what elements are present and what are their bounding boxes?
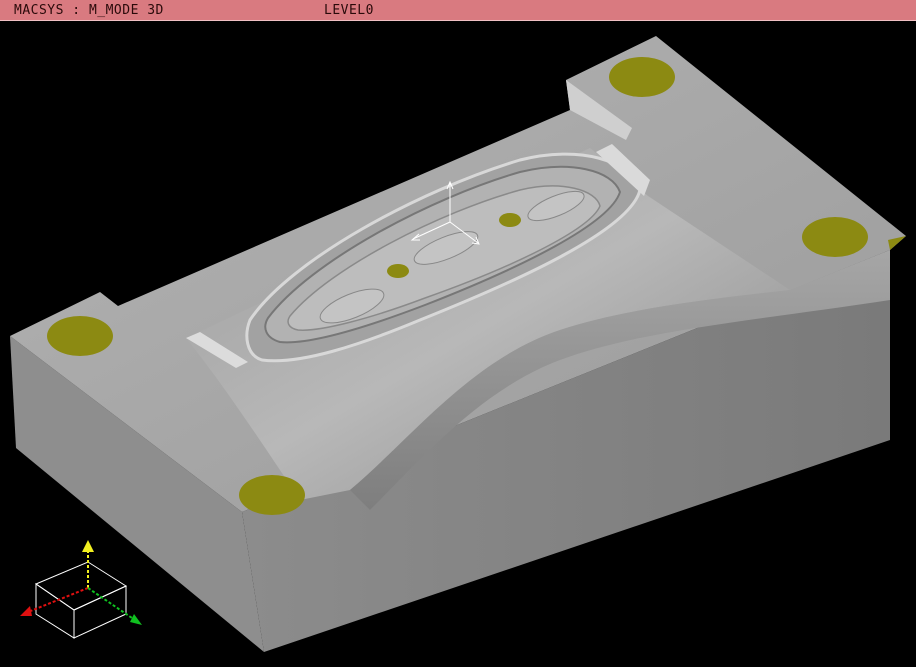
locator-marker[interactable] [499, 213, 521, 227]
mold-model-canvas[interactable] [0, 22, 916, 667]
system-mode-label: MACSYS : M_MODE 3D [14, 3, 164, 18]
3d-viewport[interactable] [0, 22, 916, 667]
level-label: LEVEL0 [324, 3, 374, 18]
locator-marker[interactable] [47, 316, 113, 356]
view-cube-icon[interactable] [34, 561, 128, 639]
locator-marker[interactable] [609, 57, 675, 97]
x-axis-arrow-icon [20, 587, 89, 616]
status-bar: MACSYS : M_MODE 3D LEVEL0 [0, 0, 916, 21]
locator-marker[interactable] [802, 217, 868, 257]
locator-marker[interactable] [239, 475, 305, 515]
locator-marker[interactable] [387, 264, 409, 278]
